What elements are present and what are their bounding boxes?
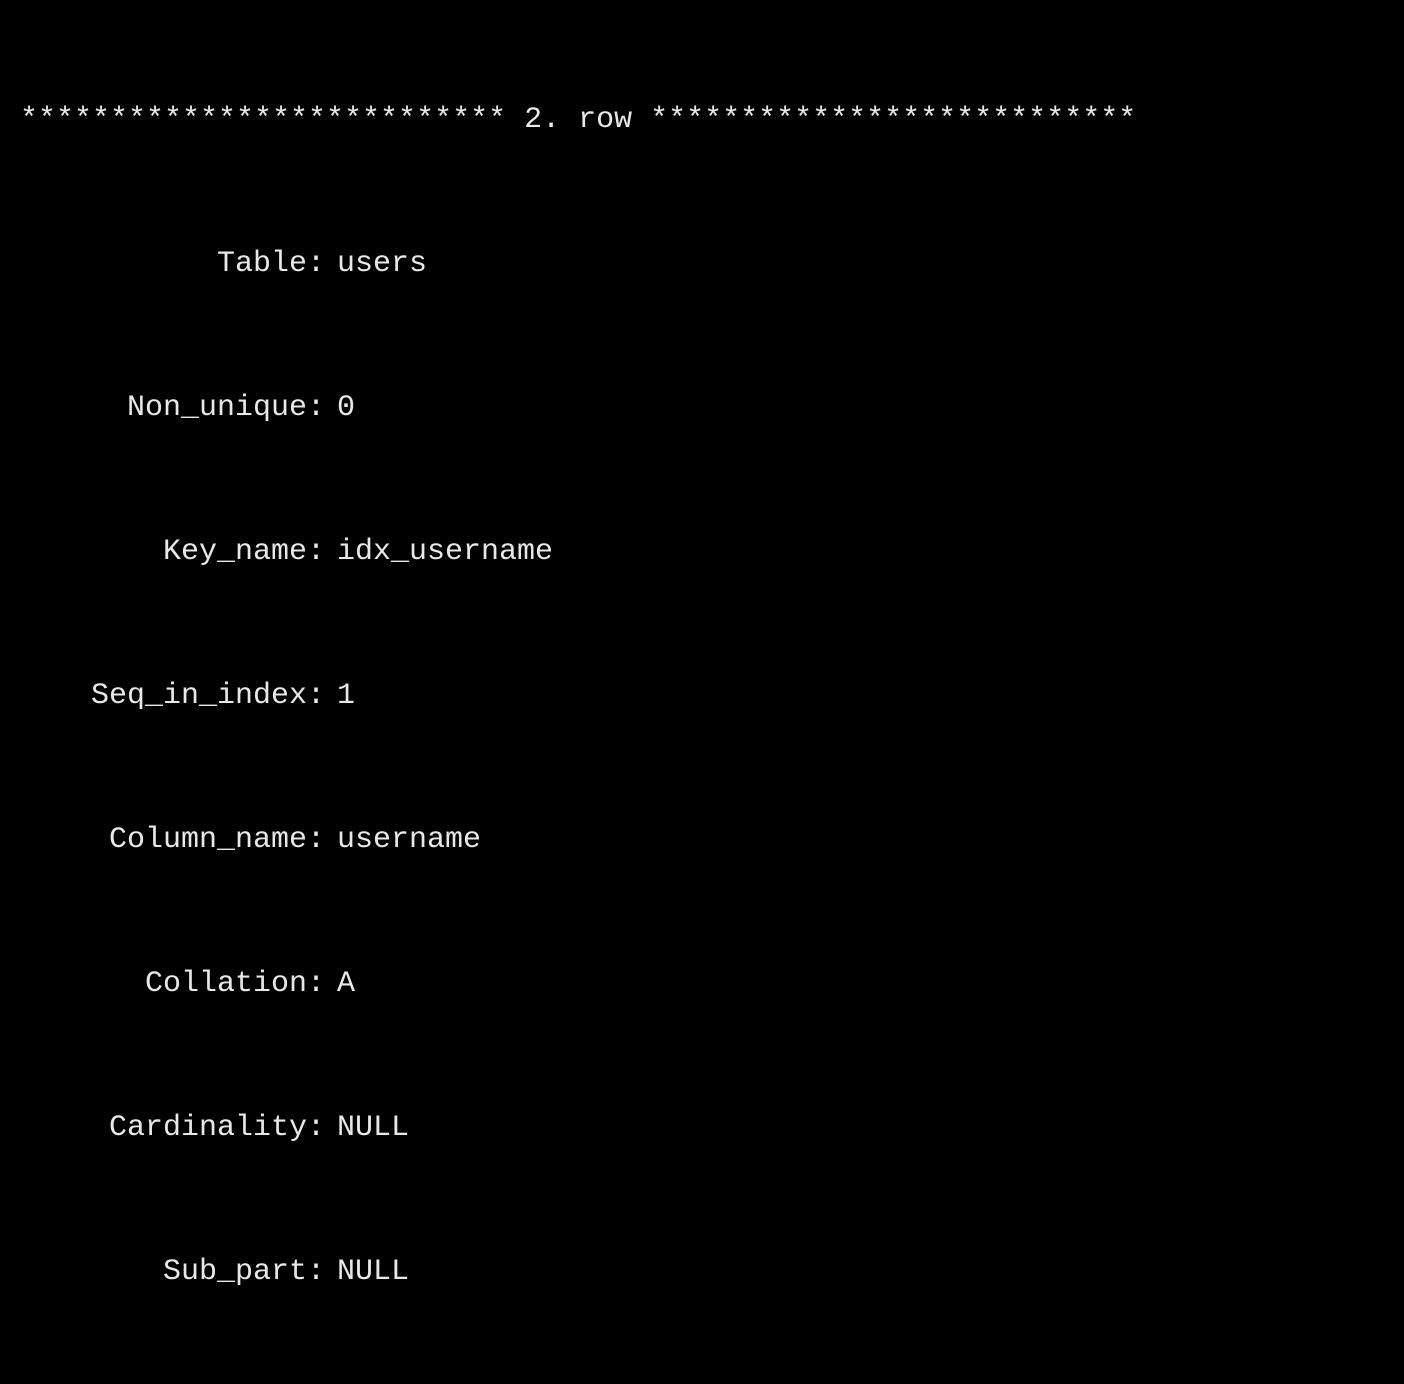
field-value-seq-in-index: 1: [325, 672, 355, 720]
field-label-seq-in-index: Seq_in_index:: [20, 672, 325, 720]
stars-left: ***************************: [20, 103, 506, 137]
field-label-column-name: Column_name:: [20, 816, 325, 864]
field-row: Non_unique:0: [20, 384, 1384, 432]
row-label: 2. row: [506, 103, 650, 137]
stars-right: ***************************: [650, 103, 1136, 137]
field-value-collation: A: [325, 960, 355, 1008]
field-label-non-unique: Non_unique:: [20, 384, 325, 432]
field-value-cardinality: NULL: [325, 1104, 409, 1152]
field-row: Collation:A: [20, 960, 1384, 1008]
field-row: Key_name:idx_username: [20, 528, 1384, 576]
field-row: Table:users: [20, 240, 1384, 288]
row-header: *************************** 2. row *****…: [20, 96, 1384, 144]
field-value-table: users: [325, 240, 427, 288]
field-row: Cardinality:NULL: [20, 1104, 1384, 1152]
field-label-sub-part: Sub_part:: [20, 1248, 325, 1296]
field-row: Seq_in_index:1: [20, 672, 1384, 720]
field-value-non-unique: 0: [325, 384, 355, 432]
field-row: Sub_part:NULL: [20, 1248, 1384, 1296]
field-label-cardinality: Cardinality:: [20, 1104, 325, 1152]
field-label-collation: Collation:: [20, 960, 325, 1008]
field-label-key-name: Key_name:: [20, 528, 325, 576]
field-row: Column_name:username: [20, 816, 1384, 864]
terminal-output: *************************** 2. row *****…: [20, 0, 1384, 1384]
field-label-table: Table:: [20, 240, 325, 288]
field-value-column-name: username: [325, 816, 481, 864]
field-value-key-name: idx_username: [325, 528, 553, 576]
field-value-sub-part: NULL: [325, 1248, 409, 1296]
